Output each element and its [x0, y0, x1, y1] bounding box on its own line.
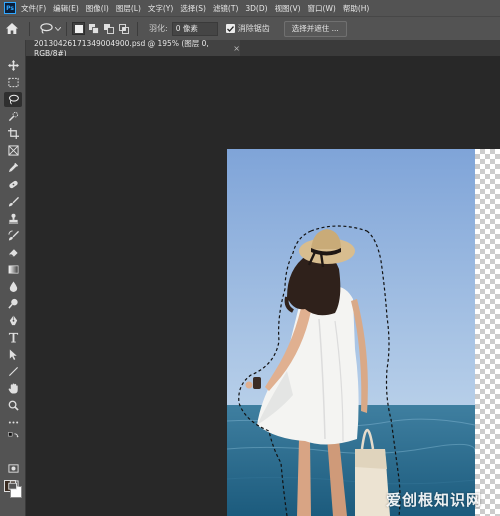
intersect-selection-button[interactable] — [117, 22, 130, 35]
pen-icon — [9, 315, 17, 326]
path-select-icon — [9, 349, 17, 360]
type-icon — [8, 332, 18, 343]
stamp-icon — [8, 213, 18, 224]
menu-help[interactable]: 帮助(H) — [343, 3, 370, 14]
line-tool[interactable] — [4, 364, 22, 379]
pen-tool[interactable] — [4, 313, 22, 328]
healing-icon — [8, 180, 18, 189]
blur-icon — [9, 281, 17, 292]
canvas-workspace[interactable]: 爱创根知识网 — [26, 56, 500, 516]
home-button[interactable] — [0, 19, 24, 39]
dodge-tool[interactable] — [4, 296, 22, 311]
menu-layer[interactable]: 图层(L) — [116, 3, 141, 14]
menu-window[interactable]: 窗口(W) — [308, 3, 336, 14]
lasso-tool[interactable] — [4, 92, 22, 107]
menu-view[interactable]: 视图(V) — [275, 3, 301, 14]
clone-stamp-tool[interactable] — [4, 211, 22, 226]
menu-select[interactable]: 选择(S) — [180, 3, 206, 14]
eyedropper-icon — [8, 162, 18, 173]
line-icon — [8, 366, 18, 377]
crop-icon — [7, 128, 19, 139]
tools-panel — [0, 40, 26, 516]
new-selection-icon — [74, 24, 83, 33]
photo-woman-at-sea — [227, 149, 475, 516]
checkmark-icon — [226, 25, 234, 32]
marquee-icon — [7, 77, 19, 88]
swap-colors-icon — [7, 431, 19, 437]
watermark-text: 爱创根知识网 — [385, 491, 482, 509]
hand-tool[interactable] — [4, 381, 22, 396]
history-brush-tool[interactable] — [4, 228, 22, 243]
subtract-from-selection-button[interactable] — [102, 22, 115, 35]
dodge-icon — [7, 298, 18, 309]
divider — [29, 21, 30, 36]
brush-tool[interactable] — [4, 194, 22, 209]
default-colors-button[interactable] — [4, 431, 22, 442]
menu-type[interactable]: 文字(Y) — [148, 3, 173, 14]
brush-icon — [8, 196, 19, 207]
zoom-tool[interactable] — [4, 398, 22, 413]
crop-tool[interactable] — [4, 126, 22, 141]
eraser-icon — [8, 249, 18, 257]
options-bar: 羽化: 0 像素 消除锯齿 选择并遮住 ... — [0, 16, 500, 40]
blur-tool[interactable] — [4, 279, 22, 294]
frame-icon — [7, 145, 19, 156]
home-icon — [6, 23, 18, 34]
intersect-selection-icon — [118, 23, 129, 34]
type-tool[interactable] — [4, 330, 22, 345]
quick-select-icon — [8, 111, 18, 122]
hand-icon — [8, 383, 18, 394]
menu-filter[interactable]: 滤镜(T) — [213, 3, 238, 14]
gradient-icon — [8, 265, 18, 274]
path-selection-tool[interactable] — [4, 347, 22, 362]
lasso-icon — [8, 94, 19, 105]
screen-mode-button[interactable] — [4, 478, 22, 493]
marquee-tool[interactable] — [4, 75, 22, 90]
menu-bar: Ps 文件(F) 编辑(E) 图像(I) 图层(L) 文字(Y) 选择(S) 滤… — [0, 0, 500, 16]
add-selection-icon — [88, 23, 99, 34]
document-canvas[interactable]: 爱创根知识网 — [227, 149, 500, 516]
new-selection-button[interactable] — [72, 22, 85, 35]
tool-preset-picker[interactable] — [39, 23, 61, 34]
menu-edit[interactable]: 编辑(E) — [53, 3, 79, 14]
divider — [137, 21, 138, 36]
chevron-down-icon — [55, 26, 61, 31]
more-icon — [8, 421, 18, 424]
quick-selection-tool[interactable] — [4, 109, 22, 124]
photoshop-logo-icon: Ps — [4, 2, 16, 14]
menu-3d[interactable]: 3D(D) — [245, 4, 267, 13]
quick-mask-icon — [7, 464, 19, 473]
document-tab-bar: 20130426171349004900.psd @ 195% (图层 0, R… — [26, 39, 500, 58]
screen-mode-icon — [7, 480, 19, 490]
history-brush-icon — [7, 230, 19, 241]
eyedropper-tool[interactable] — [4, 160, 22, 175]
document-tab-title: 20130426171349004900.psd @ 195% (图层 0, R… — [34, 39, 209, 58]
menu-file[interactable]: 文件(F) — [21, 3, 46, 14]
subtract-selection-icon — [103, 23, 114, 34]
document-tab[interactable]: 20130426171349004900.psd @ 195% (图层 0, R… — [26, 39, 240, 58]
select-and-mask-button[interactable]: 选择并遮住 ... — [283, 20, 347, 37]
antialias-checkbox[interactable] — [225, 24, 235, 33]
eraser-tool[interactable] — [4, 245, 22, 260]
more-tools[interactable] — [4, 415, 22, 430]
feather-label: 羽化: — [149, 24, 168, 33]
gradient-tool[interactable] — [4, 262, 22, 277]
menu-image[interactable]: 图像(I) — [86, 3, 109, 14]
close-icon[interactable]: × — [233, 44, 240, 53]
move-icon — [7, 60, 19, 71]
healing-brush-tool[interactable] — [4, 177, 22, 192]
antialias-label: 消除锯齿 — [237, 24, 270, 33]
quick-mask-button[interactable] — [4, 461, 22, 476]
frame-tool[interactable] — [4, 143, 22, 158]
move-tool[interactable] — [4, 58, 22, 73]
divider — [66, 21, 67, 36]
add-to-selection-button[interactable] — [87, 22, 100, 35]
feather-input[interactable]: 0 像素 — [171, 21, 218, 36]
transparent-area — [475, 149, 500, 516]
lasso-icon — [40, 23, 53, 34]
zoom-icon — [8, 400, 19, 411]
